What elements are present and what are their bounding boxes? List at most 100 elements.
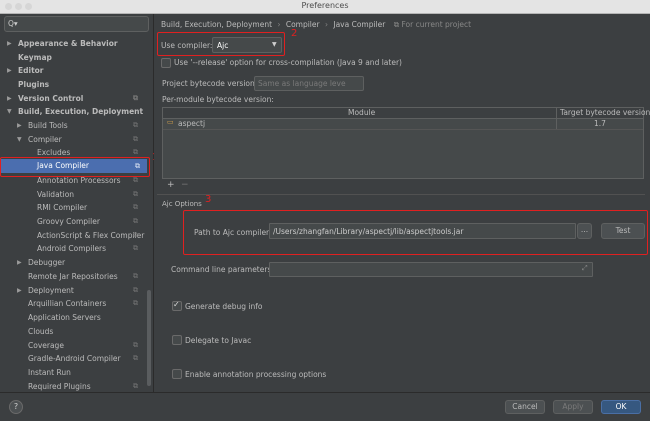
delegate-javac-checkbox[interactable] — [172, 335, 182, 345]
project-scope-icon: ⧉ — [133, 299, 138, 307]
sidebar-item-deployment[interactable]: ▶ Deployment ⧉ — [0, 284, 150, 297]
sidebar-item-label: Build Tools — [28, 121, 68, 130]
project-scope-icon: ⧉ — [133, 341, 138, 349]
chevron-down-icon: ▼ — [17, 136, 22, 143]
project-scope-icon: ⧉ — [133, 354, 138, 362]
sidebar-item-clouds[interactable]: Clouds — [0, 325, 150, 338]
project-scope-icon: ⧉ — [133, 286, 138, 294]
column-header-target-version[interactable]: Target bytecode version — [560, 108, 650, 117]
cancel-button[interactable]: Cancel — [505, 400, 545, 414]
remove-module-button[interactable]: − — [181, 180, 189, 190]
sidebar-item-android-compilers[interactable]: Android Compilers ⧉ — [0, 242, 150, 255]
sidebar-item-rmi-compiler[interactable]: RMI Compiler ⧉ — [0, 201, 150, 214]
sidebar-item-plugins[interactable]: Plugins — [0, 78, 150, 91]
sidebar-item-groovy-compiler[interactable]: Groovy Compiler ⧉ — [0, 215, 150, 228]
sidebar-item-gradle-android-compiler[interactable]: Gradle-Android Compiler ⧉ — [0, 352, 150, 365]
generate-debug-checkbox[interactable]: ✓ — [172, 300, 182, 311]
apply-button[interactable]: Apply — [553, 400, 593, 414]
sidebar-item-label: Arquillian Containers — [28, 299, 107, 308]
annotation-mark-2: 2 — [291, 28, 298, 39]
per-module-label: Per-module bytecode version: — [162, 95, 274, 104]
sidebar-item-label: Remote Jar Repositories — [28, 272, 118, 281]
sidebar-item-label: Compiler — [28, 135, 62, 144]
table-row[interactable]: ▭ aspectj 1.7 — [163, 118, 643, 130]
sidebar-item-editor[interactable]: ▶ Editor — [0, 64, 150, 77]
sidebar-item-label: RMI Compiler — [37, 203, 88, 212]
sidebar-scrollbar[interactable] — [147, 290, 151, 386]
sidebar-item-debugger[interactable]: ▶ Debugger — [0, 256, 150, 269]
sidebar-item-application-servers[interactable]: Application Servers — [0, 311, 150, 324]
module-bytecode-table: Module Target bytecode version ▭ aspectj… — [162, 107, 650, 179]
cmdline-label: Command line parameters: — [171, 265, 274, 274]
sidebar-item-remote-jar-repositories[interactable]: Remote Jar Repositories ⧉ — [0, 270, 150, 283]
help-button[interactable]: ? — [9, 400, 23, 414]
chevron-down-icon: ▼ — [7, 108, 12, 115]
sidebar-item-label: Groovy Compiler — [37, 217, 100, 226]
annotation-processing-label: Enable annotation processing options — [185, 370, 327, 379]
highlight-box-java-compiler — [0, 157, 150, 177]
sidebar-item-label: Deployment — [28, 286, 74, 295]
sidebar-item-instant-run[interactable]: Instant Run — [0, 366, 150, 379]
section-divider — [157, 194, 645, 195]
delegate-javac-label: Delegate to Javac — [185, 336, 252, 345]
highlight-box-ajc-path — [183, 210, 648, 255]
release-option-checkbox[interactable] — [161, 58, 171, 68]
sidebar-item-build-tools[interactable]: ▶ Build Tools ⧉ — [0, 119, 150, 132]
chevron-right-icon: ▶ — [17, 122, 22, 129]
annotation-mark-3: 3 — [205, 194, 212, 205]
sidebar-item-label: Plugins — [18, 80, 50, 89]
sidebar-item-build-execution-deployment[interactable]: ▼ Build, Execution, Deployment — [0, 105, 150, 118]
project-scope-icon: ⧉ — [133, 231, 138, 239]
ok-button[interactable]: OK — [601, 400, 641, 414]
cmdline-input[interactable]: ⤢ — [269, 262, 593, 277]
project-scope-icon: ⧉ — [133, 217, 138, 225]
breadcrumb-item[interactable]: Build, Execution, Deployment — [161, 20, 272, 29]
sidebar-item-keymap[interactable]: Keymap — [0, 51, 150, 64]
scope-note: For current project — [401, 20, 472, 29]
project-scope-icon: ⧉ — [393, 20, 400, 29]
sidebar-item-label: Editor — [18, 66, 44, 75]
module-name-cell: aspectj — [178, 119, 206, 128]
sidebar-item-label: Version Control — [18, 94, 84, 103]
ajc-options-title: Ajc Options — [162, 200, 202, 208]
sidebar-item-label: Keymap — [18, 53, 52, 62]
sidebar-item-label: Build, Execution, Deployment — [18, 107, 144, 116]
dialog-footer: ? Cancel Apply OK — [0, 392, 650, 421]
search-icon: Q▾ — [8, 19, 18, 28]
generate-debug-label: Generate debug info — [185, 302, 263, 311]
breadcrumb-separator: › — [277, 20, 281, 29]
sidebar-item-appearance[interactable]: ▶ Appearance & Behavior — [0, 37, 150, 50]
sidebar-item-version-control[interactable]: ▶ Version Control ⧉ — [0, 92, 150, 105]
column-header-module[interactable]: Module — [348, 108, 375, 117]
project-scope-icon: ⧉ — [133, 135, 138, 143]
sidebar-item-compiler[interactable]: ▼ Compiler ⧉ — [0, 133, 150, 146]
sidebar-item-label: Gradle-Android Compiler — [28, 354, 121, 363]
add-module-button[interactable]: + — [167, 180, 175, 190]
highlight-box-use-compiler — [157, 32, 285, 56]
sidebar-item-label: Coverage — [28, 341, 64, 350]
sidebar-item-validation[interactable]: Validation ⧉ — [0, 188, 150, 201]
project-scope-icon: ⧉ — [133, 190, 138, 198]
bytecode-version-placeholder: Same as language leve — [258, 79, 346, 88]
window-title: Preferences — [301, 1, 349, 10]
chevron-right-icon: ▶ — [7, 40, 12, 47]
sidebar-item-coverage[interactable]: Coverage ⧉ — [0, 339, 150, 352]
column-divider — [556, 118, 557, 129]
column-divider — [556, 108, 557, 118]
project-scope-icon: ⧉ — [133, 244, 138, 252]
expand-icon[interactable]: ⤢ — [582, 264, 588, 273]
chevron-right-icon: ▶ — [7, 67, 12, 74]
settings-search-input[interactable]: Q▾ — [4, 16, 149, 32]
annotation-processing-checkbox[interactable] — [172, 369, 182, 379]
project-scope-icon: ⧉ — [133, 203, 138, 211]
bytecode-version-select[interactable]: Same as language leve — [254, 76, 364, 91]
sidebar-item-label: Debugger — [28, 258, 66, 267]
project-scope-icon: ⧉ — [133, 94, 138, 102]
sidebar-item-arquillian-containers[interactable]: Arquillian Containers ⧉ — [0, 297, 150, 310]
chevron-right-icon: ▶ — [17, 259, 22, 266]
chevron-right-icon: ▶ — [7, 95, 12, 102]
sidebar-item-label: Clouds — [28, 327, 54, 336]
sidebar-item-actionscript-flex-compiler[interactable]: ActionScript & Flex Compiler ⧉ — [0, 229, 150, 242]
module-folder-icon: ▭ — [167, 118, 174, 126]
breadcrumb: Build, Execution, Deployment › Compiler … — [161, 20, 471, 30]
